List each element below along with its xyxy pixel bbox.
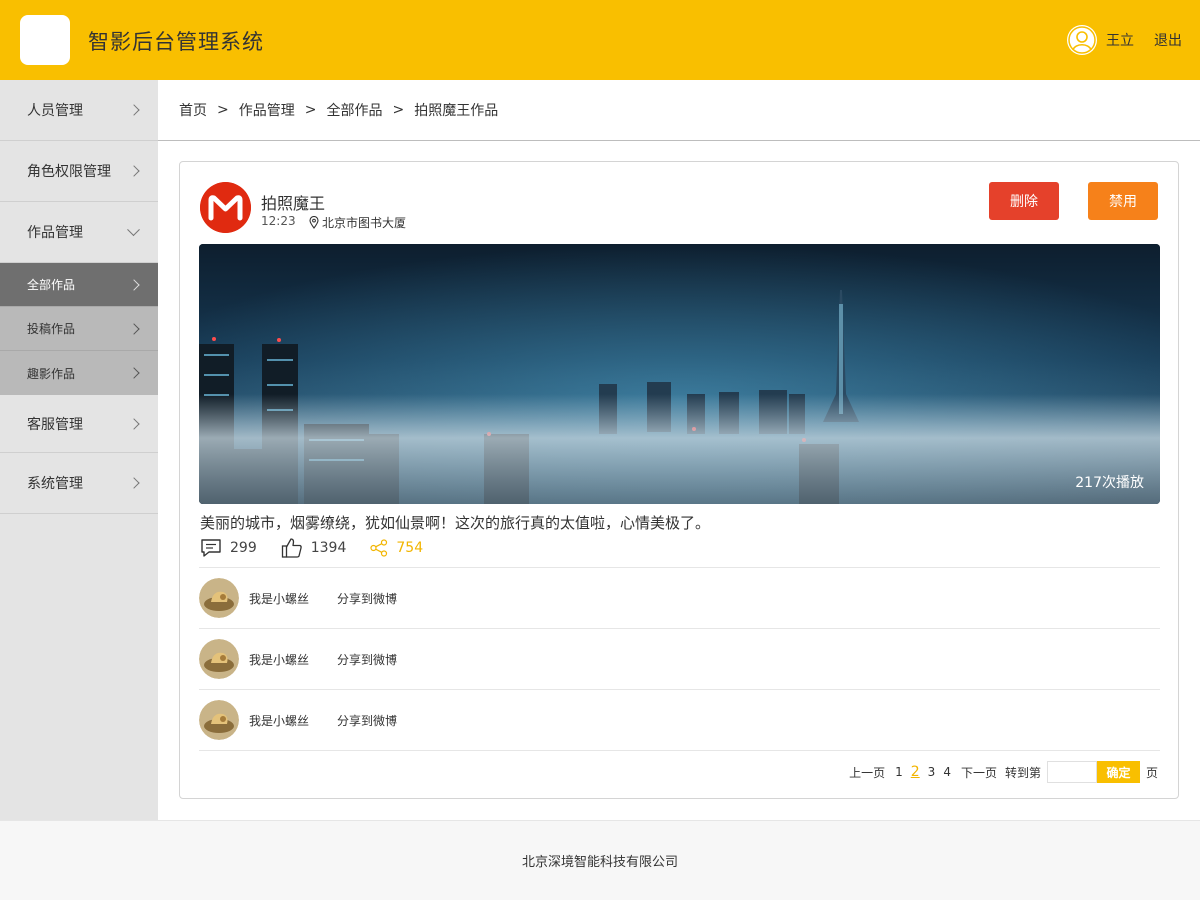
city-skyline-image [199, 244, 1160, 504]
post-author: 拍照魔王 [261, 194, 326, 213]
breadcrumb-current: 拍照魔王作品 [414, 103, 499, 119]
page-link[interactable]: 1 [895, 765, 903, 779]
page-unit-label: 页 [1145, 765, 1158, 780]
chevron-right-icon [128, 104, 140, 116]
sidebar-item-label: 作品管理 [27, 225, 83, 241]
sidebar-item-label: 角色权限管理 [27, 164, 111, 180]
post-time: 12:23 [261, 214, 296, 228]
sidebar-subitem-submitted-works[interactable]: 投稿作品 [0, 307, 158, 351]
prev-page-link[interactable]: 上一页 [849, 764, 885, 781]
post-location: 北京市图书大厦 [309, 214, 406, 231]
logout-link[interactable]: 退出 [1154, 30, 1182, 50]
chevron-right-icon [128, 322, 140, 335]
user-name: 王立 [1106, 33, 1134, 49]
author-avatar[interactable] [200, 182, 251, 233]
sidebar-subitem-fun-works[interactable]: 趣影作品 [0, 351, 158, 395]
breadcrumb-separator: > [392, 102, 405, 118]
goto-page-input[interactable] [1046, 761, 1097, 783]
share-count: 754 [396, 540, 424, 556]
share-action: 分享到微博 [337, 713, 398, 728]
sidebar-item-customer-service[interactable]: 客服管理 [0, 395, 158, 453]
sidebar-item-label: 投稿作品 [27, 322, 76, 336]
sidebar-item-system[interactable]: 系统管理 [0, 453, 158, 514]
comment-count: 299 [230, 540, 257, 556]
sharer-avatar[interactable] [199, 700, 239, 740]
goto-confirm-button[interactable]: 确定 [1096, 761, 1140, 783]
top-header: 智影后台管理系统 王立 退出 [0, 0, 1200, 80]
sidebar-item-works[interactable]: 作品管理 [0, 202, 158, 263]
chevron-right-icon [128, 417, 140, 430]
sidebar-item-label: 全部作品 [27, 278, 76, 292]
sharer-avatar[interactable] [199, 639, 239, 679]
share-action: 分享到微博 [337, 652, 398, 667]
sidebar-item-label: 客服管理 [27, 416, 83, 433]
breadcrumb-home[interactable]: 首页 [179, 100, 207, 120]
user-avatar-icon[interactable] [1067, 25, 1097, 55]
sharer-avatar[interactable] [199, 578, 239, 618]
footer-company: 北京深境智能科技有限公司 [521, 855, 678, 870]
sidebar-item-label: 系统管理 [27, 476, 83, 492]
page-link[interactable]: 4 [943, 765, 951, 779]
sidebar-item-roles[interactable]: 角色权限管理 [0, 141, 158, 202]
divider [199, 750, 1160, 751]
post-stats: 299 1394 754 [200, 536, 447, 560]
app-logo [20, 15, 70, 65]
thumbs-up-icon [281, 538, 302, 558]
share-list-item: 我是小螺丝 分享到微博 [199, 629, 1160, 689]
user-area: 王立 退出 [1067, 25, 1182, 55]
chevron-right-icon [128, 477, 140, 489]
comment-stat[interactable]: 299 [200, 538, 257, 558]
breadcrumb-works[interactable]: 作品管理 [239, 100, 295, 120]
chevron-right-icon [128, 165, 140, 177]
breadcrumb: 首页 > 作品管理 > 全部作品 > 拍照魔王作品 [158, 80, 1200, 141]
sharer-name: 我是小螺丝 [249, 652, 310, 667]
like-stat[interactable]: 1394 [281, 537, 347, 559]
post-media[interactable]: 217次播放 [199, 244, 1160, 504]
chevron-right-icon [128, 367, 140, 379]
post-location-text: 北京市图书大厦 [322, 216, 407, 230]
location-pin-icon [309, 216, 319, 229]
sidebar-subitem-all-works[interactable]: 全部作品 [0, 263, 158, 307]
ban-button[interactable]: 禁用 [1088, 182, 1158, 220]
like-count: 1394 [310, 540, 347, 556]
breadcrumb-separator: > [304, 102, 317, 118]
share-stat[interactable]: 754 [370, 539, 423, 557]
sidebar-item-personnel[interactable]: 人员管理 [0, 80, 158, 141]
share-action: 分享到微博 [337, 591, 398, 606]
play-count: 217次播放 [1075, 475, 1144, 491]
next-page-link[interactable]: 下一页 [961, 764, 997, 781]
sharer-name: 我是小螺丝 [249, 713, 310, 728]
sidebar-item-label: 趣影作品 [27, 366, 76, 381]
chevron-down-icon [127, 223, 140, 237]
post-card: 拍照魔王 12:23 北京市图书大厦 删除 禁用 217次播放 美丽的城市，烟雾… [179, 161, 1179, 799]
sidebar-item-label: 人员管理 [27, 103, 83, 119]
sharer-name: 我是小螺丝 [249, 591, 310, 606]
footer: 北京深境智能科技有限公司 [0, 820, 1200, 900]
chevron-right-icon [128, 278, 140, 291]
comment-icon [201, 539, 221, 557]
share-icon [370, 539, 388, 557]
post-caption: 美丽的城市，烟雾缭绕，犹如仙景啊！这次的旅行真的太值啦，心情美极了。 [200, 514, 711, 532]
sidebar: 人员管理 角色权限管理 作品管理 全部作品 投稿作品 趣影作品 客服管理 系统管… [0, 80, 158, 820]
share-list-item: 我是小螺丝 分享到微博 [199, 568, 1160, 628]
breadcrumb-all-works[interactable]: 全部作品 [326, 100, 382, 120]
page-link[interactable]: 3 [928, 765, 936, 779]
delete-button[interactable]: 删除 [989, 182, 1059, 220]
share-list-item: 我是小螺丝 分享到微博 [199, 690, 1160, 750]
breadcrumb-separator: > [217, 102, 229, 118]
page-link-current[interactable]: 2 [911, 764, 920, 780]
goto-label: 转到第 [1004, 765, 1041, 780]
app-title: 智影后台管理系统 [88, 30, 264, 54]
pagination: 上一页 1 2 3 4 下一页 转到第 确定 页 [849, 760, 1158, 784]
